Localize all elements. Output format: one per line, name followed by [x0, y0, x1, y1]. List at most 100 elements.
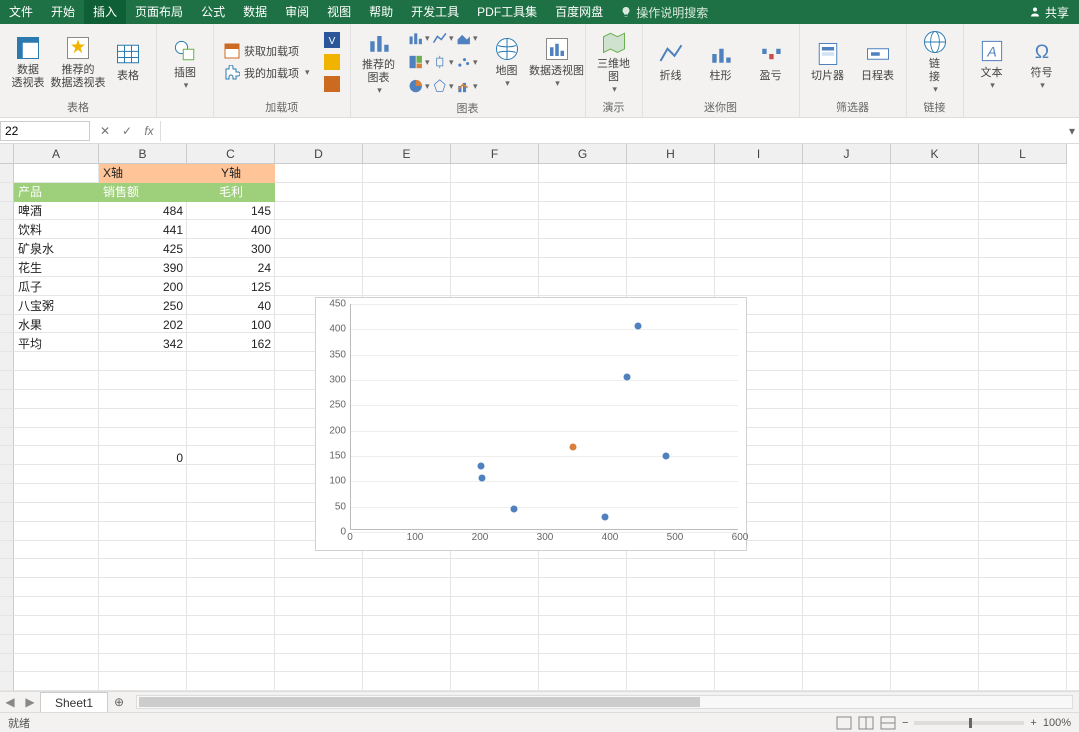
chart-point[interactable]	[634, 323, 641, 330]
column-header[interactable]: I	[715, 144, 803, 164]
sparkline-column-button[interactable]: 柱形	[699, 38, 743, 85]
cell[interactable]: 400	[187, 221, 275, 240]
cell[interactable]: 145	[187, 202, 275, 221]
cell[interactable]: 484	[99, 202, 187, 221]
cell[interactable]: 矿泉水	[14, 240, 99, 259]
row-header[interactable]	[0, 258, 14, 277]
cell[interactable]: 342	[99, 335, 187, 354]
hierarchy-chart-button[interactable]	[408, 51, 430, 73]
row-header[interactable]	[0, 390, 14, 409]
column-header[interactable]: C	[187, 144, 275, 164]
column-header[interactable]: A	[14, 144, 99, 164]
cell[interactable]: 八宝粥	[14, 297, 99, 316]
column-header[interactable]: E	[363, 144, 451, 164]
recommended-pivot-button[interactable]: 推荐的 数据透视表	[56, 32, 100, 92]
timeline-button[interactable]: 日程表	[856, 38, 900, 85]
cell[interactable]: 花生	[14, 259, 99, 278]
textbox-button[interactable]: A 文本	[970, 35, 1014, 93]
horizontal-scrollbar[interactable]	[136, 695, 1073, 709]
scatter-chart[interactable]: 050100150200250300350400450 010020030040…	[315, 297, 747, 551]
row-header[interactable]	[0, 277, 14, 296]
sheet-nav-next[interactable]: ▶	[20, 695, 40, 709]
row-header[interactable]	[0, 503, 14, 522]
tab-insert[interactable]: 插入	[84, 0, 126, 24]
chart-point[interactable]	[601, 513, 608, 520]
cell[interactable]: 产品	[14, 183, 99, 202]
column-header[interactable]: B	[99, 144, 187, 164]
column-header[interactable]: L	[979, 144, 1067, 164]
row-header[interactable]	[0, 465, 14, 484]
view-pagebreak-icon[interactable]	[880, 716, 896, 730]
view-layout-icon[interactable]	[858, 716, 874, 730]
pivot-chart-button[interactable]: 数据透视图	[535, 33, 579, 91]
row-header[interactable]	[0, 352, 14, 371]
sheet-tab[interactable]: Sheet1	[40, 692, 108, 712]
cell[interactable]: 40	[187, 297, 275, 316]
line-chart-button[interactable]	[432, 27, 454, 49]
zoom-slider[interactable]	[914, 721, 1024, 725]
cell[interactable]: 250	[99, 297, 187, 316]
column-header[interactable]: D	[275, 144, 363, 164]
column-header[interactable]: F	[451, 144, 539, 164]
share-button[interactable]: 共享	[1029, 4, 1069, 21]
add-sheet-button[interactable]: ⊕	[108, 691, 130, 713]
chart-point[interactable]	[510, 505, 517, 512]
maps-button[interactable]: 地图	[485, 33, 529, 91]
pie-chart-button[interactable]	[408, 75, 430, 97]
row-header[interactable]	[0, 333, 14, 352]
my-addins-button[interactable]: 我的加载项	[220, 63, 314, 83]
formula-expand-icon[interactable]: ▾	[1065, 124, 1079, 138]
zoom-out-button[interactable]: −	[902, 717, 908, 729]
get-addins-button[interactable]: 获取加载项	[220, 41, 314, 61]
column-header[interactable]: H	[627, 144, 715, 164]
select-all-corner[interactable]	[0, 144, 14, 164]
column-header[interactable]: K	[891, 144, 979, 164]
cell[interactable]: 销售额	[99, 183, 187, 202]
column-chart-button[interactable]	[408, 27, 430, 49]
row-header[interactable]	[0, 654, 14, 673]
cell[interactable]: 瓜子	[14, 278, 99, 297]
fx-cancel-icon[interactable]: ✕	[94, 124, 116, 138]
tab-help[interactable]: 帮助	[360, 0, 402, 24]
cell[interactable]: Y轴	[187, 164, 275, 183]
table-button[interactable]: 表格	[106, 38, 150, 85]
chart-point[interactable]	[479, 475, 486, 482]
tab-layout[interactable]: 页面布局	[126, 0, 192, 24]
row-header[interactable]	[0, 296, 14, 315]
row-header[interactable]	[0, 484, 14, 503]
people-addin-button[interactable]	[320, 74, 344, 94]
tell-me-search[interactable]: 操作说明搜索	[620, 4, 708, 21]
cell[interactable]: 100	[187, 316, 275, 335]
tab-home[interactable]: 开始	[42, 0, 84, 24]
radar-chart-button[interactable]	[432, 75, 454, 97]
tab-review[interactable]: 审阅	[276, 0, 318, 24]
scatter-chart-button[interactable]	[456, 51, 478, 73]
chart-point[interactable]	[570, 443, 577, 450]
chart-point[interactable]	[624, 374, 631, 381]
sheet-nav-prev[interactable]: ◀	[0, 695, 20, 709]
cell[interactable]: 300	[187, 240, 275, 259]
row-header[interactable]	[0, 409, 14, 428]
tab-data[interactable]: 数据	[234, 0, 276, 24]
chart-point[interactable]	[662, 452, 669, 459]
row-header[interactable]	[0, 559, 14, 578]
cell[interactable]: 200	[99, 278, 187, 297]
row-header[interactable]	[0, 597, 14, 616]
tab-view[interactable]: 视图	[318, 0, 360, 24]
cell[interactable]: 125	[187, 278, 275, 297]
row-header[interactable]	[0, 239, 14, 258]
combo-chart-button[interactable]	[456, 75, 478, 97]
tab-baidu[interactable]: 百度网盘	[546, 0, 612, 24]
recommended-charts-button[interactable]: 推荐的 图表	[357, 27, 401, 98]
visio-addin-button[interactable]: V	[320, 30, 344, 50]
row-header[interactable]	[0, 616, 14, 635]
sparkline-winloss-button[interactable]: 盈亏	[749, 38, 793, 85]
row-header[interactable]	[0, 635, 14, 654]
cell[interactable]: 162	[187, 335, 275, 354]
row-header[interactable]	[0, 202, 14, 221]
area-chart-button[interactable]	[456, 27, 478, 49]
sparkline-line-button[interactable]: 折线	[649, 38, 693, 85]
cell[interactable]: 390	[99, 259, 187, 278]
statistic-chart-button[interactable]	[432, 51, 454, 73]
row-header[interactable]	[0, 220, 14, 239]
